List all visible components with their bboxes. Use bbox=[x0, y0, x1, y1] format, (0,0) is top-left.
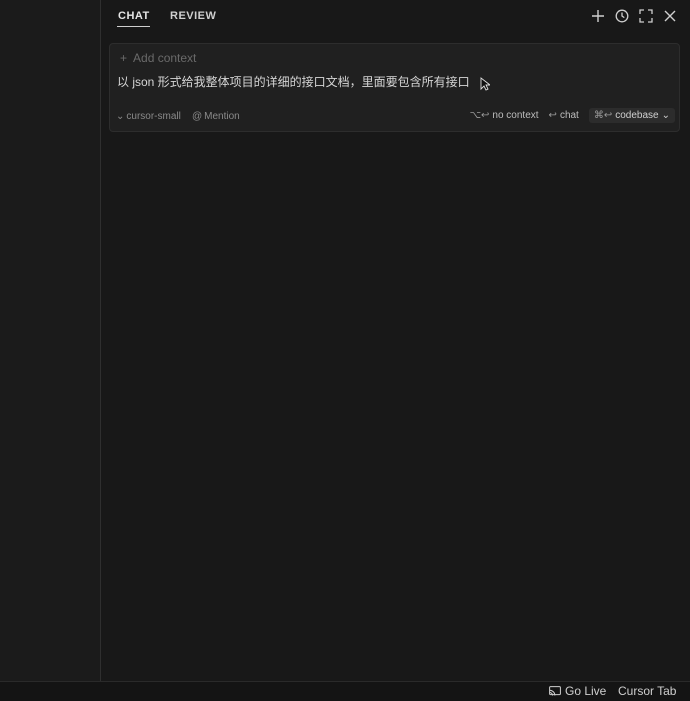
chat-toolbar bbox=[590, 7, 678, 25]
history-button[interactable] bbox=[614, 7, 630, 25]
tab-chat[interactable]: CHAT bbox=[118, 10, 150, 22]
shortcut-hint: ⌘↩ bbox=[593, 110, 613, 121]
submit-actions: ⌥↩ no context ↩ chat ⌘↩ codebase ⌄ bbox=[469, 108, 675, 123]
broadcast-icon bbox=[549, 685, 561, 696]
model-name: cursor-small bbox=[126, 111, 181, 122]
cursor-tab-label: Cursor Tab bbox=[618, 684, 677, 698]
plus-icon bbox=[592, 10, 604, 22]
close-icon bbox=[664, 10, 676, 22]
add-context-label: Add context bbox=[133, 51, 197, 65]
close-button[interactable] bbox=[662, 7, 678, 25]
shortcut-hint: ↩ bbox=[548, 110, 557, 121]
chevron-down-icon: ⌄ bbox=[116, 111, 125, 122]
mention-button[interactable]: @ Mention bbox=[192, 111, 240, 122]
chevron-down-icon: ⌄ bbox=[661, 110, 670, 121]
no-context-label: no context bbox=[492, 110, 539, 121]
chat-label: chat bbox=[559, 110, 579, 121]
history-icon bbox=[615, 9, 629, 23]
codebase-label: codebase bbox=[615, 110, 659, 121]
no-context-button[interactable]: ⌥↩ no context bbox=[469, 110, 538, 121]
mouse-pointer-icon bbox=[480, 77, 490, 91]
codebase-submit-button[interactable]: ⌘↩ codebase ⌄ bbox=[588, 108, 675, 123]
mention-label: Mention bbox=[204, 111, 240, 122]
expand-icon bbox=[639, 9, 653, 23]
plus-icon: + bbox=[120, 51, 128, 65]
chat-submit-button[interactable]: ↩ chat bbox=[549, 110, 579, 121]
go-live-button[interactable]: Go Live bbox=[549, 684, 606, 698]
active-tab-indicator bbox=[117, 26, 150, 27]
chat-panel: CHAT REVIEW + Add context 以 json 形式给我整体项… bbox=[101, 0, 690, 681]
go-live-label: Go Live bbox=[565, 684, 607, 698]
model-selector[interactable]: ⌄ cursor-small bbox=[116, 111, 181, 122]
status-bar: Go Live Cursor Tab bbox=[0, 681, 690, 701]
at-icon: @ bbox=[192, 111, 203, 122]
new-chat-button[interactable] bbox=[590, 7, 606, 25]
chat-composer[interactable]: + Add context 以 json 形式给我整体项目的详细的接口文档，里面… bbox=[109, 43, 680, 132]
cursor-tab-button[interactable]: Cursor Tab bbox=[618, 684, 676, 698]
shortcut-hint: ⌥↩ bbox=[469, 110, 490, 121]
add-context-button[interactable]: + Add context bbox=[120, 51, 196, 65]
prompt-input[interactable]: 以 json 形式给我整体项目的详细的接口文档，里面要包含所有接口 bbox=[117, 73, 470, 90]
expand-button[interactable] bbox=[638, 7, 654, 25]
composer-footer: ⌄ cursor-small @ Mention ⌥↩ no context ↩… bbox=[116, 108, 675, 124]
chat-tabbar: CHAT REVIEW bbox=[101, 0, 690, 34]
editor-sidebar-area bbox=[0, 0, 101, 681]
tab-review[interactable]: REVIEW bbox=[170, 10, 216, 22]
